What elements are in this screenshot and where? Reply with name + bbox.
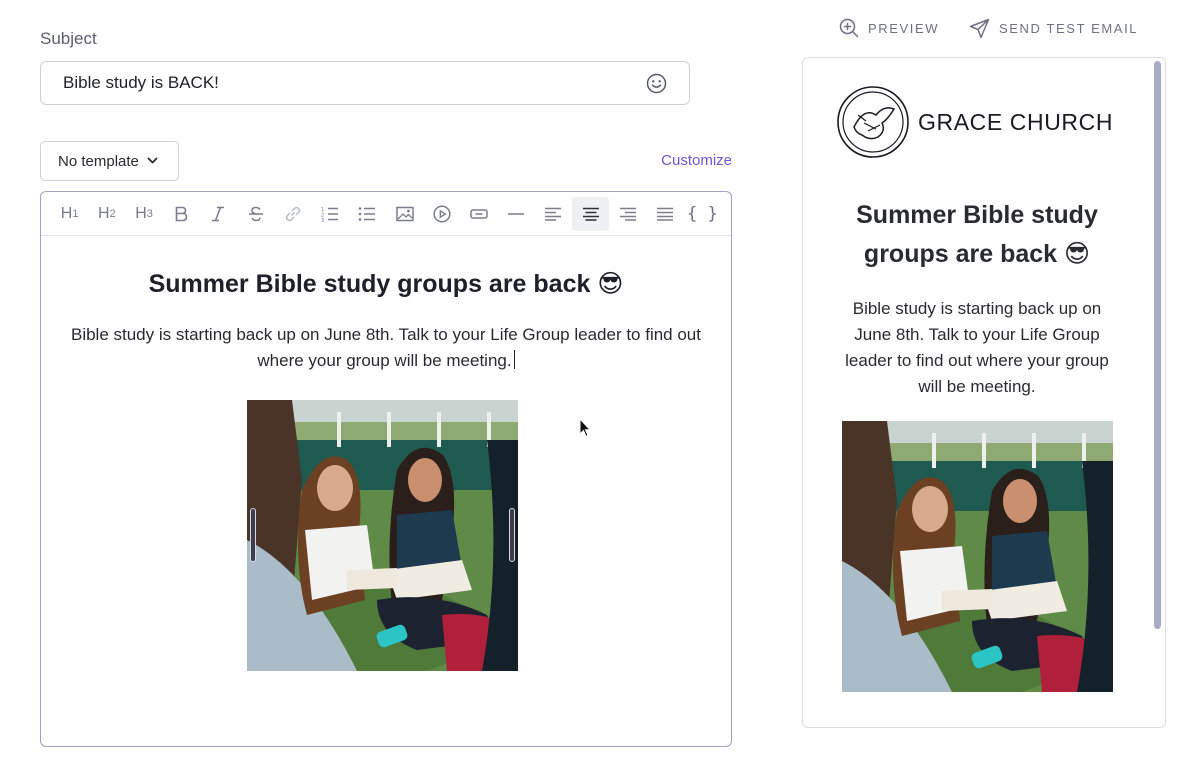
editor-image[interactable] bbox=[247, 400, 518, 671]
zoom-in-icon bbox=[839, 18, 859, 38]
image-resize-handle-right[interactable] bbox=[509, 508, 515, 562]
align-left-icon bbox=[545, 207, 562, 221]
italic-icon bbox=[212, 206, 225, 221]
bold-button[interactable] bbox=[163, 197, 200, 231]
align-center-button[interactable] bbox=[572, 196, 610, 231]
ordered-list-icon: 123 bbox=[321, 207, 339, 222]
preview-paragraph: Bible study is starting back up on June … bbox=[845, 299, 1109, 396]
bold-icon bbox=[175, 206, 188, 221]
image-icon bbox=[395, 206, 414, 221]
link-icon bbox=[285, 206, 301, 221]
curly-braces-icon: { } bbox=[686, 203, 718, 224]
bible-study-photo bbox=[842, 421, 1113, 692]
heading3-button[interactable]: H3 bbox=[125, 197, 162, 231]
video-button[interactable] bbox=[423, 197, 460, 231]
editor-heading[interactable]: Summer Bible study groups are back 😎 bbox=[41, 268, 731, 300]
button-block-button[interactable] bbox=[460, 197, 497, 231]
editor-toolbar: H1 H2 H3 123 {} bbox=[41, 192, 731, 236]
align-center-icon bbox=[582, 207, 599, 221]
email-editor-page: Subject Bible study is BACK! No template… bbox=[0, 0, 1200, 770]
send-test-email-label: SEND TEST EMAIL bbox=[999, 21, 1139, 36]
align-right-button[interactable] bbox=[609, 197, 646, 231]
svg-text:3: 3 bbox=[321, 218, 324, 222]
button-icon bbox=[470, 208, 488, 219]
strikethrough-icon bbox=[248, 206, 263, 221]
mouse-pointer-icon bbox=[579, 418, 591, 438]
play-icon bbox=[433, 204, 451, 223]
heading1-button[interactable]: H1 bbox=[51, 197, 88, 231]
editor-paragraph[interactable]: Bible study is starting back up on June … bbox=[56, 322, 716, 374]
justify-button[interactable] bbox=[647, 197, 684, 231]
strikethrough-button[interactable] bbox=[237, 197, 274, 231]
preview-heading: Summer Bible study groups are back 😎 bbox=[856, 201, 1098, 268]
church-logo-icon bbox=[836, 85, 910, 159]
rich-text-editor[interactable]: H1 H2 H3 123 {} Summer Bible study grou… bbox=[40, 191, 732, 747]
preview-label: PREVIEW bbox=[868, 20, 940, 36]
divider-button[interactable] bbox=[498, 197, 535, 231]
bible-study-photo bbox=[247, 400, 518, 671]
divider-icon bbox=[508, 212, 525, 215]
subject-value[interactable]: Bible study is BACK! bbox=[63, 73, 645, 93]
preview-scrollbar-thumb[interactable] bbox=[1154, 61, 1161, 629]
preview-image bbox=[842, 421, 1113, 692]
email-preview-panel[interactable]: GRACE CHURCH Summer Bible study groups a… bbox=[802, 57, 1166, 728]
ordered-list-button[interactable]: 123 bbox=[312, 197, 349, 231]
brand-header: GRACE CHURCH bbox=[836, 85, 1113, 159]
brand-name: GRACE CHURCH bbox=[918, 108, 1114, 135]
send-icon bbox=[969, 18, 990, 39]
subject-input[interactable]: Bible study is BACK! bbox=[40, 61, 690, 105]
bullet-list-button[interactable] bbox=[349, 197, 386, 231]
chevron-down-icon bbox=[147, 157, 158, 164]
smiley-icon[interactable] bbox=[645, 72, 667, 94]
align-left-button[interactable] bbox=[535, 197, 572, 231]
image-button[interactable] bbox=[386, 197, 423, 231]
template-dropdown[interactable]: No template bbox=[40, 141, 179, 181]
editor-paragraph-text: Bible study is starting back up on June … bbox=[70, 325, 701, 370]
link-button[interactable] bbox=[274, 197, 311, 231]
merge-tags-button[interactable]: { } bbox=[684, 197, 721, 231]
image-resize-handle-left[interactable] bbox=[250, 508, 256, 562]
preview-scrollbar[interactable] bbox=[1154, 61, 1161, 629]
text-caret bbox=[513, 350, 515, 369]
heading2-button[interactable]: H2 bbox=[88, 197, 125, 231]
italic-button[interactable] bbox=[200, 197, 237, 231]
customize-link[interactable]: Customize bbox=[661, 152, 732, 169]
editor-content[interactable]: Summer Bible study groups are back 😎 Bib… bbox=[41, 236, 731, 374]
align-right-icon bbox=[619, 207, 636, 221]
preview-button[interactable]: PREVIEW bbox=[839, 18, 939, 38]
justify-icon bbox=[657, 207, 674, 221]
send-test-email-button[interactable]: SEND TEST EMAIL bbox=[969, 18, 1138, 39]
template-selected: No template bbox=[58, 152, 139, 170]
subject-label: Subject bbox=[40, 29, 97, 48]
bullet-list-icon bbox=[359, 206, 376, 221]
